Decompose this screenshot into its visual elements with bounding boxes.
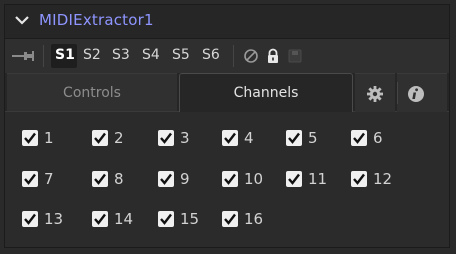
checkmark-icon[interactable] bbox=[222, 171, 238, 187]
checkmark-icon[interactable] bbox=[286, 171, 302, 187]
channel-label: 12 bbox=[373, 170, 393, 188]
channel-label: 2 bbox=[114, 129, 124, 147]
channel-label: 5 bbox=[308, 129, 318, 147]
scene-button-s5[interactable]: S5 bbox=[172, 47, 190, 63]
channel-label: 11 bbox=[308, 170, 328, 188]
channel-label: 14 bbox=[114, 210, 134, 228]
channel-label: 6 bbox=[373, 129, 383, 147]
checkmark-icon[interactable] bbox=[351, 171, 367, 187]
checkmark-icon[interactable] bbox=[92, 130, 108, 146]
tab-channels[interactable]: Channels bbox=[179, 73, 353, 112]
chevron-down-icon[interactable] bbox=[13, 11, 31, 29]
checkmark-icon[interactable] bbox=[351, 130, 367, 146]
toolbar-divider bbox=[233, 45, 234, 67]
checkmark-icon[interactable] bbox=[22, 130, 38, 146]
scene-button-s6[interactable]: S6 bbox=[202, 47, 220, 63]
toolbar-divider bbox=[43, 45, 44, 67]
checkmark-icon[interactable] bbox=[22, 211, 38, 227]
channel-label: 3 bbox=[180, 129, 190, 147]
scene-button-s2[interactable]: S2 bbox=[83, 47, 101, 63]
tool-panel: MIDIExtractor1 S1 S2 S3 S4 S5 S6 Control… bbox=[4, 4, 450, 248]
tab-bar: Controls Channels bbox=[5, 73, 449, 112]
info-icon[interactable] bbox=[407, 85, 425, 103]
channel-label: 9 bbox=[180, 170, 190, 188]
lock-icon[interactable] bbox=[265, 48, 281, 64]
checkmark-icon[interactable] bbox=[92, 171, 108, 187]
disable-icon[interactable] bbox=[243, 48, 259, 64]
channel-label: 15 bbox=[180, 210, 200, 228]
scene-button-s4[interactable]: S4 bbox=[142, 47, 160, 63]
channels-grid: 1 2 3 4 5 6 7 8 9 10 11 12 13 14 15 16 bbox=[5, 112, 449, 247]
channel-label: 1 bbox=[44, 129, 54, 147]
channel-label: 7 bbox=[44, 170, 54, 188]
save-icon[interactable] bbox=[287, 48, 303, 64]
toolbar: S1 S2 S3 S4 S5 S6 bbox=[5, 38, 449, 74]
panel-header: MIDIExtractor1 bbox=[5, 5, 449, 37]
channel-label: 4 bbox=[244, 129, 254, 147]
tab-info[interactable] bbox=[397, 73, 447, 112]
checkmark-icon[interactable] bbox=[158, 171, 174, 187]
checkmark-icon[interactable] bbox=[286, 130, 302, 146]
scene-button-s3[interactable]: S3 bbox=[112, 47, 130, 63]
channel-label: 8 bbox=[114, 170, 124, 188]
checkmark-icon[interactable] bbox=[22, 171, 38, 187]
checkmark-icon[interactable] bbox=[158, 211, 174, 227]
channel-label: 10 bbox=[244, 170, 264, 188]
checkmark-icon[interactable] bbox=[158, 130, 174, 146]
channel-label: 13 bbox=[44, 210, 64, 228]
checkmark-icon[interactable] bbox=[222, 211, 238, 227]
channel-label: 16 bbox=[244, 210, 264, 228]
tab-gear[interactable] bbox=[355, 73, 395, 112]
tool-title[interactable]: MIDIExtractor1 bbox=[39, 11, 154, 29]
checkmark-icon[interactable] bbox=[92, 211, 108, 227]
checkmark-icon[interactable] bbox=[222, 130, 238, 146]
tab-divider bbox=[397, 82, 398, 104]
tab-controls[interactable]: Controls bbox=[7, 73, 177, 111]
pin-icon[interactable] bbox=[11, 48, 35, 64]
gear-icon[interactable] bbox=[366, 85, 384, 103]
scene-button-s1[interactable]: S1 bbox=[55, 47, 75, 63]
